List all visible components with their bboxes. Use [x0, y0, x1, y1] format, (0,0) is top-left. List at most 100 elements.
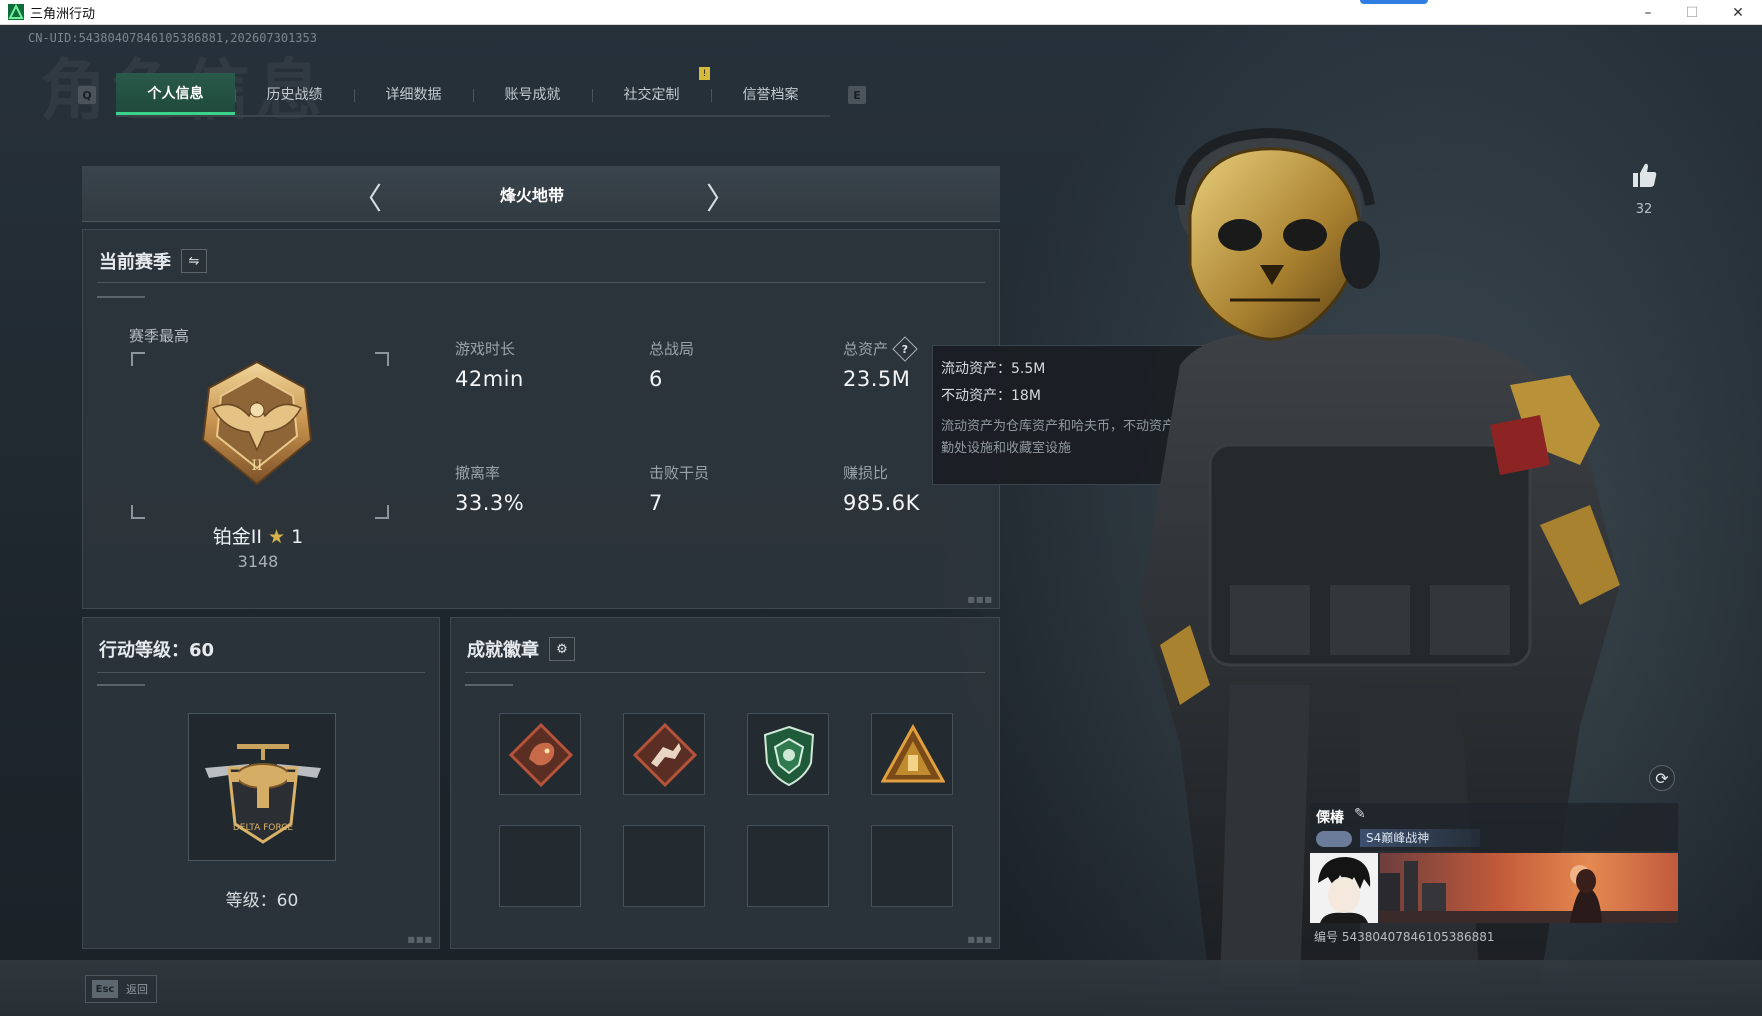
svg-text:II: II [251, 458, 262, 474]
stat-value: 6 [649, 367, 663, 391]
achievement-badges-panel: 成就徽章 ⚙ ■■■ [450, 617, 1000, 949]
stat-label: 撤离率 [455, 464, 501, 482]
avatar-image [1310, 853, 1378, 923]
player-card[interactable]: 傈椿 ✎ S4巅峰战神 编号 5438040784 [1310, 803, 1678, 953]
badge-settings-button[interactable]: ⚙ [549, 637, 575, 661]
operation-level-panel: 行动等级：60 DELTA FORCE 等级：60 ■■■ [82, 617, 440, 949]
card-header: 傈椿 ✎ S4巅峰战神 [1310, 803, 1678, 851]
badges-title-text: 成就徽章 [467, 640, 539, 661]
mode-switcher: 〈 烽火地带 〉 [82, 166, 1000, 222]
stat-kills: 击败干员 7 [649, 462, 709, 515]
divider-accent [465, 684, 513, 686]
player-title: S4巅峰战神 [1360, 829, 1480, 847]
prev-mode-button[interactable]: 〈 [352, 174, 382, 218]
stat-profit-ratio: 赚损比 985.6K [843, 462, 920, 515]
frame-corner [375, 352, 389, 366]
tab-history[interactable]: 历史战绩 [235, 73, 354, 115]
window-title: 三角洲行动 [30, 6, 96, 22]
empty-badge-slot[interactable] [499, 825, 581, 907]
rank-stars: 1 [291, 526, 304, 548]
maximize-button[interactable]: ☐ [1670, 0, 1714, 25]
tab-label: 社交定制 [623, 87, 680, 103]
minimize-button[interactable]: – [1626, 0, 1670, 25]
app-logo-icon [8, 4, 24, 20]
stat-value: 33.3% [455, 491, 525, 515]
stat-label: 击败干员 [649, 464, 710, 482]
season-peak-label: 赛季最高 [129, 327, 190, 345]
like-count: 32 [1635, 202, 1653, 217]
badge-slot[interactable] [747, 713, 829, 795]
stat-value: 42min [455, 367, 524, 391]
shield-badge-icon [763, 725, 815, 787]
frame-corner [375, 505, 389, 519]
next-tab-key-hint[interactable]: E [848, 86, 866, 104]
empty-badge-slot[interactable] [623, 825, 705, 907]
star-icon: ★ [268, 526, 286, 548]
stat-value: 985.6K [843, 491, 920, 515]
stat-extract-rate: 撤离率 33.3% [455, 462, 524, 515]
notification-badge: ! [699, 67, 710, 80]
badge-slot[interactable] [623, 713, 705, 795]
tab-personal-info[interactable]: 个人信息 [116, 73, 235, 115]
stat-total-assets: 总资产 ? 23.5M [843, 335, 918, 391]
help-icon[interactable]: ? [892, 335, 918, 362]
current-season-panel: 当前赛季 ⇋ 赛季最高 II 铂金II ★ 1 3148 游戏时长 42min … [82, 229, 1000, 609]
rank-tier: 铂金II [212, 526, 262, 548]
stat-label: 游戏时长 [455, 340, 516, 358]
tab-reputation[interactable]: 信誉档案 [711, 73, 830, 115]
level-value: 等级：60 [225, 891, 299, 911]
like-thumbs-up-icon[interactable] [1629, 160, 1659, 190]
panel-corner-dots: ■■■ [407, 935, 433, 944]
frame-corner [131, 505, 145, 519]
divider-accent [97, 684, 145, 686]
dragon-badge-icon [509, 723, 573, 787]
tab-details[interactable]: 详细数据 [354, 73, 473, 115]
season-switch-button[interactable]: ⇋ [181, 249, 207, 273]
level-emblem-frame: DELTA FORCE [188, 713, 336, 861]
tab-strip: 个人信息 历史战绩 详细数据 账号成就 社交定制! 信誉档案 [116, 67, 830, 117]
prev-tab-key-hint[interactable]: Q [78, 86, 96, 104]
badge-slot[interactable] [871, 713, 953, 795]
back-button[interactable]: Esc 返回 [85, 975, 157, 1003]
season-title-text: 当前赛季 [99, 252, 171, 273]
badge-slot[interactable] [499, 713, 581, 795]
tab-label: 信誉档案 [742, 87, 799, 103]
tab-label: 个人信息 [147, 85, 204, 102]
close-button[interactable]: ✕ [1716, 0, 1760, 25]
bottom-bar [0, 960, 1762, 1016]
tab-achievements[interactable]: 账号成就 [473, 73, 592, 115]
tab-social[interactable]: 社交定制! [592, 67, 711, 115]
esc-key-hint: Esc [92, 980, 118, 998]
divider [465, 672, 985, 673]
panel-corner-dots: ■■■ [967, 935, 993, 944]
level-title: 行动等级：60 [99, 640, 215, 661]
stat-label: 总资产 [843, 340, 889, 358]
stat-label: 总战局 [649, 340, 695, 358]
frame-corner [131, 352, 145, 366]
mode-name: 烽火地带 [499, 185, 564, 205]
banner-scene-image [1380, 861, 1678, 923]
svg-text:DELTA FORCE: DELTA FORCE [233, 823, 294, 833]
panel-corner-dots: ■■■ [967, 595, 993, 604]
platinum-rank-icon: II [201, 360, 313, 486]
stat-total-matches: 总战局 6 [649, 338, 694, 391]
divider [97, 672, 425, 673]
edit-pencil-icon[interactable]: ✎ [1354, 806, 1366, 822]
game-viewport: 角色信息 CN-UID:5438040784610538​6881,202607… [0, 25, 1762, 1016]
stat-value: 23.5M [843, 367, 911, 391]
stat-label: 赚损比 [843, 464, 889, 482]
season-title: 当前赛季 ⇋ [99, 248, 207, 274]
title-badge-icon [1316, 831, 1352, 847]
avatar[interactable] [1310, 853, 1378, 923]
rank-name: 铂金II ★ 1 [183, 522, 333, 549]
runner-badge-icon [633, 723, 697, 787]
stat-play-time: 游戏时长 42min [455, 338, 524, 391]
empty-badge-slot[interactable] [747, 825, 829, 907]
tab-label: 账号成就 [504, 87, 561, 103]
next-mode-button[interactable]: 〉 [706, 174, 736, 218]
window-indicator [1360, 0, 1428, 4]
empty-badge-slot[interactable] [871, 825, 953, 907]
refresh-icon[interactable]: ⟳ [1649, 765, 1675, 791]
player-id: 编号 5438040784610538​6881 [1314, 930, 1495, 944]
player-name: 傈椿 [1316, 810, 1344, 826]
